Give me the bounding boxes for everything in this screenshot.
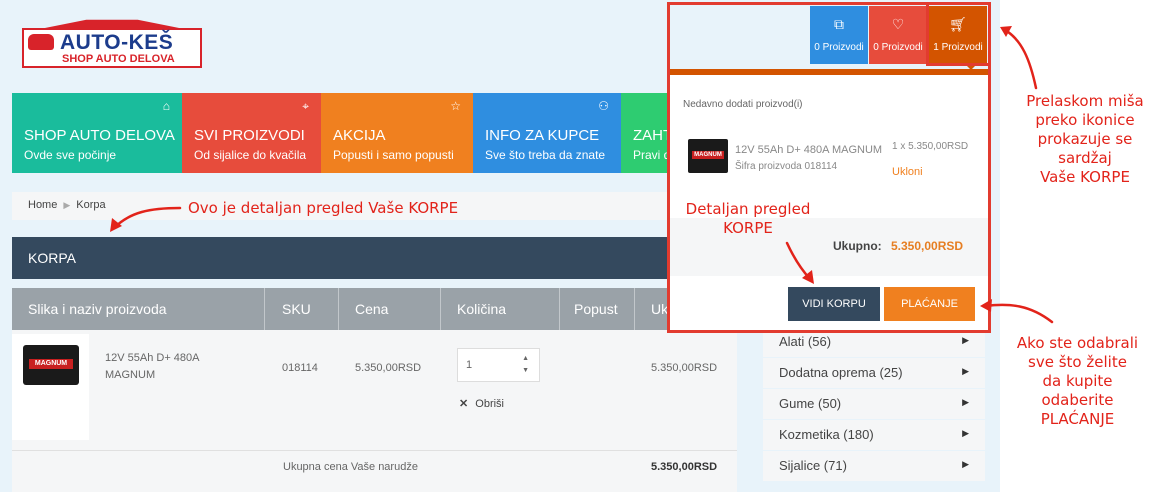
annotation-pay-line2: sve što želite: [1028, 353, 1127, 371]
arrow-to-view-cart: [785, 241, 812, 281]
arrow-to-breadcrumb: [112, 206, 182, 230]
annotation-hover-line5: Vaše KORPE: [1040, 168, 1130, 186]
annotation-hover-line3: prokazuje se: [1037, 130, 1133, 148]
annotation-hover-line2: preko ikonice: [1035, 111, 1135, 129]
annotation-pay-line3: da kupite: [1042, 372, 1113, 390]
annotation-checkout: Ako ste odabrali sve što želite da kupit…: [1000, 334, 1155, 429]
annotation-pay-line5: PLAĆANJE: [1040, 410, 1115, 428]
annotation-hover: Prelaskom miša preko ikonice prokazuje s…: [1010, 92, 1160, 187]
annotation-arrows: [110, 26, 1054, 324]
annotation-detail-line2: KORPE: [723, 219, 773, 237]
arrow-to-checkout: [983, 303, 1054, 324]
annotation-hover-line1: Prelaskom miša: [1026, 92, 1144, 110]
annotation-pay-line1: Ako ste odabrali: [1016, 334, 1139, 352]
annotation-overview: Ovo je detaljan pregled Vaše KORPE: [188, 199, 459, 217]
annotation-detail: Detaljan pregled KORPE: [668, 200, 828, 238]
annotation-detail-line1: Detaljan pregled: [685, 200, 811, 218]
annotation-hover-line4: sardžaj: [1058, 149, 1112, 167]
annotation-pay-line4: odaberite: [1041, 391, 1114, 409]
arrow-to-cart-icon: [1003, 28, 1038, 90]
